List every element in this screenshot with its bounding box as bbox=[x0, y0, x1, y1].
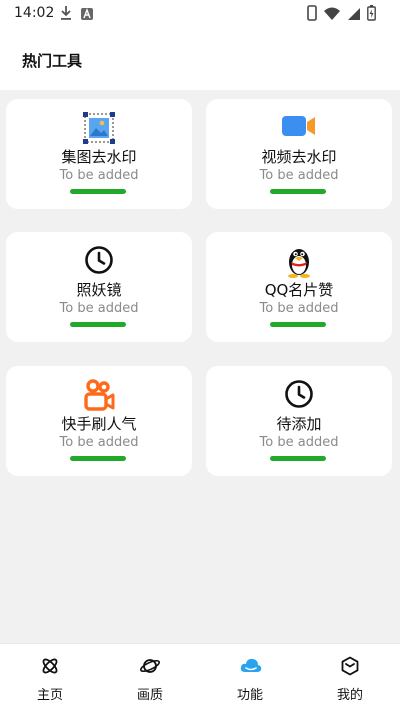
cloud-icon bbox=[240, 656, 262, 676]
card-title: 视频去水印 bbox=[261, 148, 337, 166]
nav-label: 我的 bbox=[336, 688, 363, 703]
card-subtitle: To be added bbox=[59, 435, 139, 450]
card-title: 快手刷人气 bbox=[61, 415, 137, 433]
status-bar: 14:02 bbox=[0, 0, 400, 28]
kuaishou-icon bbox=[82, 378, 116, 411]
notification-a-icon bbox=[80, 6, 94, 25]
card-progress-bar bbox=[270, 189, 326, 194]
download-icon bbox=[60, 5, 72, 25]
card-title: 集图去水印 bbox=[61, 148, 137, 166]
tool-card-video-watermark[interactable]: 视频去水印 To be added bbox=[206, 99, 392, 209]
tool-card-image-watermark[interactable]: 集图去水印 To be added bbox=[6, 99, 192, 209]
card-subtitle: To be added bbox=[59, 301, 139, 316]
signal-icon bbox=[347, 6, 361, 25]
card-progress-bar bbox=[70, 189, 126, 194]
tool-card-kuaishou[interactable]: 快手刷人气 To be added bbox=[6, 366, 192, 476]
cube-icon bbox=[340, 656, 360, 676]
card-progress-bar bbox=[70, 322, 126, 327]
card-title: QQ名片赞 bbox=[264, 281, 334, 299]
card-title: 待添加 bbox=[276, 415, 322, 433]
nav-label: 功能 bbox=[236, 688, 263, 703]
phone-icon bbox=[307, 5, 317, 25]
planet-icon bbox=[140, 656, 160, 676]
card-progress-bar bbox=[270, 322, 326, 327]
card-subtitle: To be added bbox=[259, 301, 339, 316]
nav-item-profile[interactable]: 我的 bbox=[300, 644, 400, 710]
video-camera-icon bbox=[281, 111, 317, 143]
page-title: 热门工具 bbox=[22, 52, 83, 70]
card-progress-bar bbox=[270, 456, 326, 461]
tool-card-qq-likes[interactable]: QQ名片赞 To be added bbox=[206, 232, 392, 342]
card-subtitle: To be added bbox=[59, 168, 139, 183]
card-title: 照妖镜 bbox=[76, 281, 122, 299]
tool-card-pending[interactable]: 待添加 To be added bbox=[206, 366, 392, 476]
battery-icon bbox=[367, 5, 376, 25]
bottom-nav: 主页 画质 功能 我的 bbox=[0, 643, 400, 710]
image-select-icon bbox=[82, 111, 116, 144]
tool-card-mirror[interactable]: 照妖镜 To be added bbox=[6, 232, 192, 342]
atom-icon bbox=[40, 656, 60, 676]
nav-item-home[interactable]: 主页 bbox=[0, 644, 100, 710]
clock-icon bbox=[83, 244, 115, 276]
nav-item-features[interactable]: 功能 bbox=[200, 644, 300, 710]
qq-penguin-icon bbox=[284, 244, 314, 278]
card-subtitle: To be added bbox=[259, 435, 339, 450]
card-subtitle: To be added bbox=[259, 168, 339, 183]
nav-label: 主页 bbox=[36, 688, 63, 703]
status-time: 14:02 bbox=[14, 5, 55, 21]
nav-item-quality[interactable]: 画质 bbox=[100, 644, 200, 710]
nav-label: 画质 bbox=[136, 688, 163, 703]
clock-icon bbox=[283, 378, 315, 410]
page-header: 热门工具 bbox=[0, 28, 400, 90]
card-progress-bar bbox=[70, 456, 126, 461]
wifi-icon bbox=[323, 6, 341, 25]
